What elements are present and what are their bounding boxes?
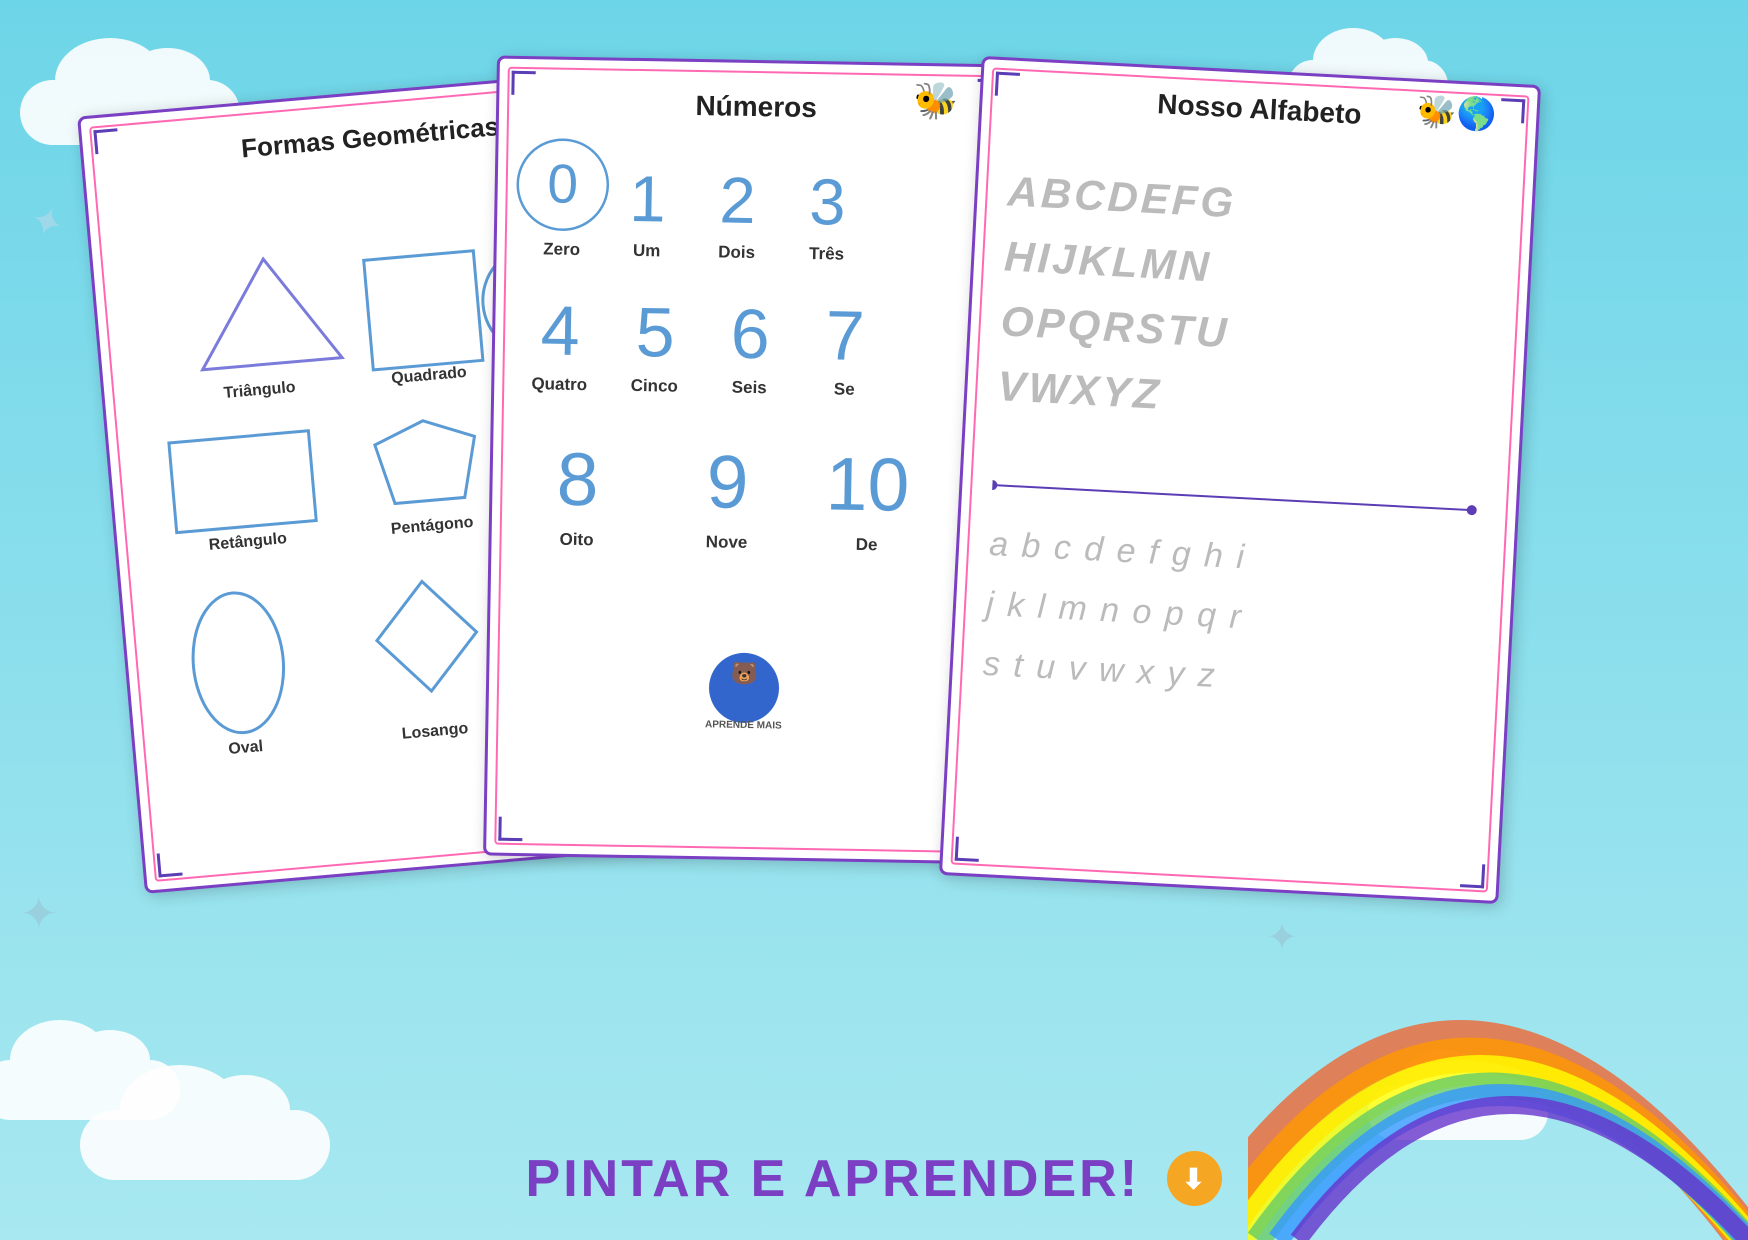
cards-area: Formas Geométricas 🐝🌎 Triângulo Quadrado… (60, 40, 1688, 1080)
svg-text:🐻: 🐻 (730, 660, 758, 686)
svg-text:Zero: Zero (543, 239, 580, 259)
svg-text:Losango: Losango (401, 720, 469, 743)
lowercase-alphabet: a b c d e f g h i j k l m n o p q r s t … (964, 495, 1495, 866)
svg-text:7: 7 (825, 296, 865, 375)
svg-text:Oito: Oito (559, 530, 593, 550)
svg-text:s t u v w x y z: s t u v w x y z (982, 645, 1218, 695)
svg-text:2: 2 (719, 163, 756, 237)
svg-text:8: 8 (556, 437, 599, 522)
svg-text:1: 1 (629, 162, 666, 236)
svg-text:Retângulo: Retângulo (208, 530, 288, 554)
card-alfabeto: Nosso Alfabeto 🐝🌎 ABCDEFG HIJKLMN OPQRST… (939, 56, 1541, 904)
svg-text:j k l m n o p q r: j k l m n o p q r (981, 585, 1244, 637)
uppercase-alphabet: ABCDEFG HIJKLMN OPQRSTU VWXYZ (983, 135, 1514, 506)
download-icon[interactable] (1167, 1151, 1222, 1206)
svg-text:10: 10 (825, 441, 910, 526)
svg-text:OPQRSTU: OPQRSTU (1000, 297, 1231, 357)
card2-bee: 🐝 (913, 80, 959, 123)
svg-text:4: 4 (540, 291, 580, 370)
svg-text:5: 5 (635, 293, 675, 372)
card3-bee: 🐝🌎 (1416, 92, 1498, 134)
svg-text:ABCDEFG: ABCDEFG (1006, 167, 1238, 226)
bottom-text: PINTAR E APRENDER! (526, 1150, 1140, 1208)
bottom-cta: PINTAR E APRENDER! (0, 1149, 1748, 1210)
svg-text:a b c d e f g h i: a b c d e f g h i (988, 525, 1247, 576)
starfish-left: ✦ (20, 887, 58, 940)
svg-text:Um: Um (633, 241, 661, 260)
svg-text:Oval: Oval (228, 738, 264, 758)
svg-text:Pentágono: Pentágono (390, 514, 474, 538)
card-numeros: Números 🐝 0 1 2 3 Zero Um Dois Três 4 5 … (483, 56, 1017, 865)
svg-text:Seis: Seis (732, 378, 767, 398)
card3-corner-br (1460, 863, 1485, 888)
svg-text:APRENDE MAIS: APRENDE MAIS (705, 719, 782, 731)
svg-text:Se: Se (834, 379, 855, 398)
svg-text:0: 0 (547, 152, 579, 215)
svg-text:Cinco: Cinco (631, 376, 679, 396)
svg-text:Triângulo: Triângulo (223, 379, 296, 402)
card2-title-text: Números (695, 90, 817, 123)
svg-text:VWXYZ: VWXYZ (996, 362, 1163, 418)
svg-text:Quatro: Quatro (531, 374, 587, 394)
svg-text:9: 9 (706, 439, 749, 524)
uppercase-svg: ABCDEFG HIJKLMN OPQRSTU VWXYZ (983, 135, 1520, 502)
svg-text:HIJKLMN: HIJKLMN (1003, 232, 1213, 290)
svg-text:De: De (856, 535, 878, 554)
svg-text:Três: Três (809, 244, 844, 264)
numbers-svg: 0 1 2 3 Zero Um Dois Três 4 5 6 7 Quatro… (492, 124, 1004, 833)
card3-corner-bl (955, 837, 980, 862)
svg-text:Dois: Dois (718, 242, 755, 262)
svg-text:3: 3 (809, 165, 846, 239)
svg-text:Nove: Nove (706, 532, 748, 552)
svg-text:6: 6 (730, 295, 770, 374)
lowercase-svg: a b c d e f g h i j k l m n o p q r s t … (964, 495, 1501, 862)
